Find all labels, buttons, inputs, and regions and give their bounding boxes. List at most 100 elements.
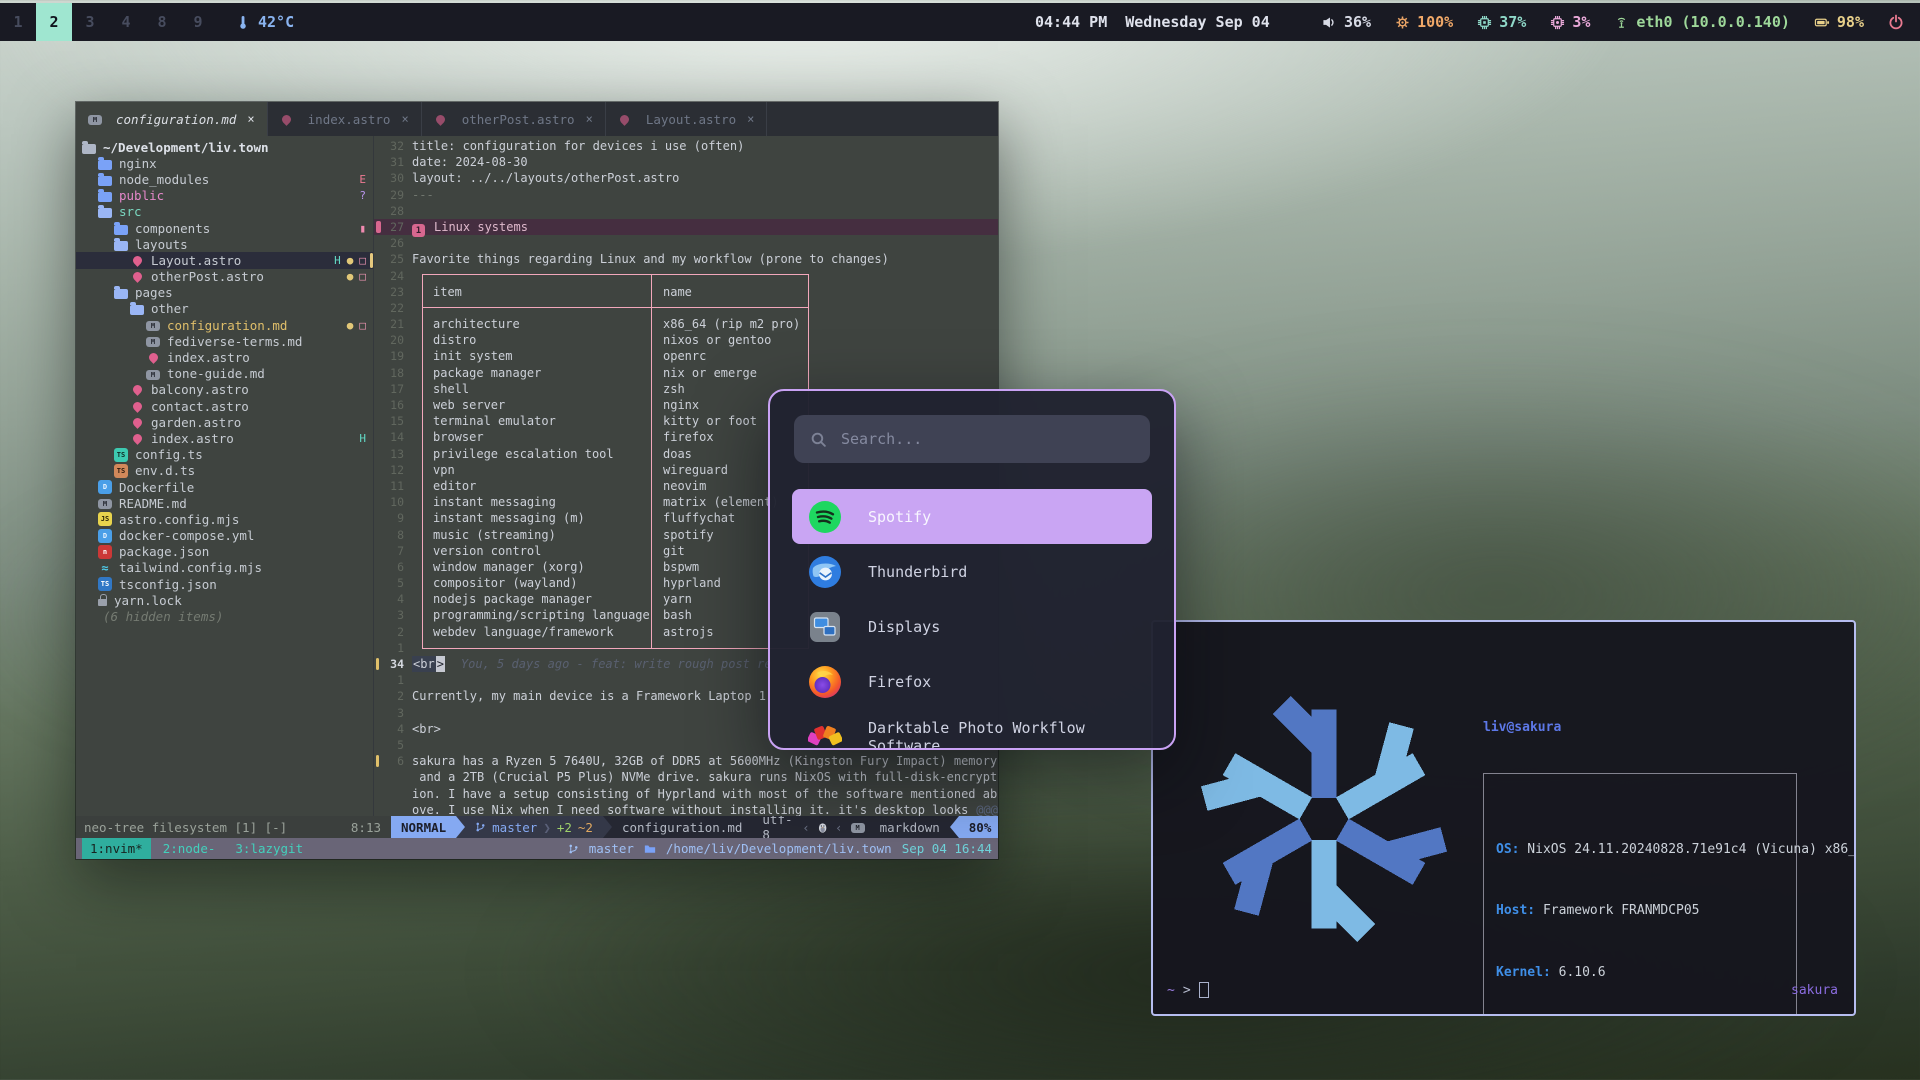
tree-item[interactable]: tone-guide.md [76, 366, 373, 382]
launcher-item-firefox[interactable]: Firefox [792, 654, 1152, 709]
line-number: 4 [380, 721, 412, 737]
tmux-window[interactable]: 1:nvim* [82, 838, 151, 859]
editor-line: 23itemname [374, 284, 998, 300]
line-number: 25 [380, 251, 412, 267]
line-number: 31 [380, 154, 412, 170]
search-icon [810, 431, 827, 448]
tree-item[interactable]: (6 hidden items) [76, 608, 373, 624]
tmux-window[interactable]: 2:node- [155, 838, 224, 859]
git-branch-icon [568, 843, 579, 855]
editor-line: 28 [374, 203, 998, 219]
line-number: 13 [380, 446, 412, 462]
tree-item[interactable]: otherPost.astro ● □ [76, 269, 373, 285]
tree-item[interactable]: configuration.md ● □ [76, 317, 373, 333]
markdown-file-icon [851, 823, 865, 833]
tree-item[interactable]: index.astro [76, 349, 373, 365]
terminal-window-fastfetch[interactable]: liv@sakura OS: NixOS 24.11.20240828.71e9… [1151, 620, 1856, 1016]
linux-penguin-icon [818, 821, 827, 834]
tree-item[interactable]: tailwind.config.mjs [76, 560, 373, 576]
tree-item[interactable]: index.astro H [76, 430, 373, 446]
workspace-button[interactable]: 4 [108, 3, 144, 41]
git-status-badges: H ● □ [334, 254, 373, 267]
brightness-module[interactable]: 100% [1395, 13, 1453, 31]
tab-close-icon[interactable]: × [747, 112, 754, 126]
workspace-button[interactable]: 2 [36, 3, 72, 41]
tree-item[interactable]: components ▮ [76, 220, 373, 236]
volume-module[interactable]: 36% [1322, 13, 1371, 31]
launcher-item-darktable[interactable]: Darktable Photo Workflow Software [792, 709, 1152, 750]
tree-item[interactable]: nginx [76, 155, 373, 171]
tree-item[interactable]: other [76, 301, 373, 317]
editor-tab[interactable]: configuration.md × [76, 102, 268, 136]
line-number: 3 [380, 705, 412, 721]
tree-item[interactable]: node_modules E [76, 171, 373, 187]
tree-item[interactable]: public ? [76, 188, 373, 204]
tab-close-icon[interactable]: × [586, 112, 593, 126]
power-module[interactable] [1888, 14, 1904, 30]
editor-tab[interactable]: index.astro × [268, 102, 422, 136]
workspace-button[interactable]: 3 [72, 3, 108, 41]
tree-item[interactable]: garden.astro [76, 414, 373, 430]
shell-prompt[interactable]: ~ > [1167, 982, 1209, 998]
open-folder-icon [114, 289, 128, 299]
tab-close-icon[interactable]: × [401, 112, 408, 126]
editor-tab[interactable]: otherPost.astro × [422, 102, 606, 136]
editor-line: 25Favorite things regarding Linux and my… [374, 251, 998, 267]
tree-item[interactable]: src [76, 204, 373, 220]
line-number: 15 [380, 413, 412, 429]
markdown-file-icon [146, 337, 160, 347]
editor-tab[interactable]: Layout.astro × [606, 102, 768, 136]
tree-item[interactable]: astro.config.mjs [76, 511, 373, 527]
line-number: 16 [380, 397, 412, 413]
line-number: 1 [380, 640, 412, 656]
app-launcher[interactable]: Spotify Thunderbird Displays [768, 389, 1176, 750]
tree-item[interactable]: Layout.astro H ● □ [76, 252, 373, 268]
battery-module[interactable]: 98% [1814, 13, 1864, 31]
battery-value: 98% [1837, 13, 1864, 31]
line-number: 26 [380, 235, 412, 251]
astro-file-icon [130, 270, 144, 284]
tree-item[interactable]: env.d.ts [76, 463, 373, 479]
tree-item[interactable]: ~/Development/liv.town [76, 139, 373, 155]
tree-item[interactable]: tsconfig.json [76, 576, 373, 592]
search-input[interactable] [839, 429, 1134, 449]
workspace-button[interactable]: 1 [0, 3, 36, 41]
git-status-badges: ● □ [347, 270, 373, 283]
tmux-window[interactable]: 3:lazygit [227, 838, 311, 859]
workspace-button[interactable]: 8 [144, 3, 180, 41]
launcher-item-thunderbird[interactable]: Thunderbird [792, 544, 1152, 599]
line-number: 27 [380, 219, 412, 235]
tab-close-icon[interactable]: × [247, 112, 254, 126]
cpu-module[interactable]: 37% [1477, 13, 1526, 31]
launcher-item-spotify[interactable]: Spotify [792, 489, 1152, 544]
tree-item[interactable]: balcony.astro [76, 382, 373, 398]
launcher-item-displays[interactable]: Displays [792, 599, 1152, 654]
workspace-button[interactable]: 9 [180, 3, 216, 41]
tree-item[interactable]: docker-compose.yml [76, 528, 373, 544]
launcher-results: Spotify Thunderbird Displays [770, 489, 1174, 750]
tree-item[interactable]: config.ts [76, 447, 373, 463]
line-number: 34 [380, 656, 412, 672]
tree-item[interactable]: fediverse-terms.md [76, 333, 373, 349]
tree-item[interactable]: README.md [76, 495, 373, 511]
workspace-switcher: 1 2 3 4 8 9 [0, 3, 216, 41]
gpu-module[interactable]: 3% [1550, 13, 1590, 31]
launcher-searchbox[interactable] [794, 415, 1150, 463]
fetch-user-host: liv@sakura [1483, 720, 1797, 735]
temperature-value: 42°C [258, 13, 294, 31]
tree-item[interactable]: contact.astro [76, 398, 373, 414]
neotree-panel[interactable]: ~/Development/liv.town nginx [76, 136, 373, 816]
volume-value: 36% [1344, 13, 1371, 31]
tree-item[interactable]: Dockerfile [76, 479, 373, 495]
network-module[interactable]: eth0 (10.0.0.140) [1614, 13, 1790, 31]
editor-line: 22 [374, 300, 998, 316]
tree-item[interactable]: package.json [76, 544, 373, 560]
temperature-module[interactable]: 42°C [236, 13, 294, 31]
battery-icon [1814, 15, 1830, 30]
editor-line: ion. I have a setup consisting of Hyprla… [374, 786, 998, 802]
volume-icon [1322, 15, 1337, 30]
gpu-chip-icon [1550, 15, 1565, 30]
tree-item[interactable]: yarn.lock [76, 592, 373, 608]
tree-item[interactable]: pages [76, 285, 373, 301]
tree-item[interactable]: layouts [76, 236, 373, 252]
